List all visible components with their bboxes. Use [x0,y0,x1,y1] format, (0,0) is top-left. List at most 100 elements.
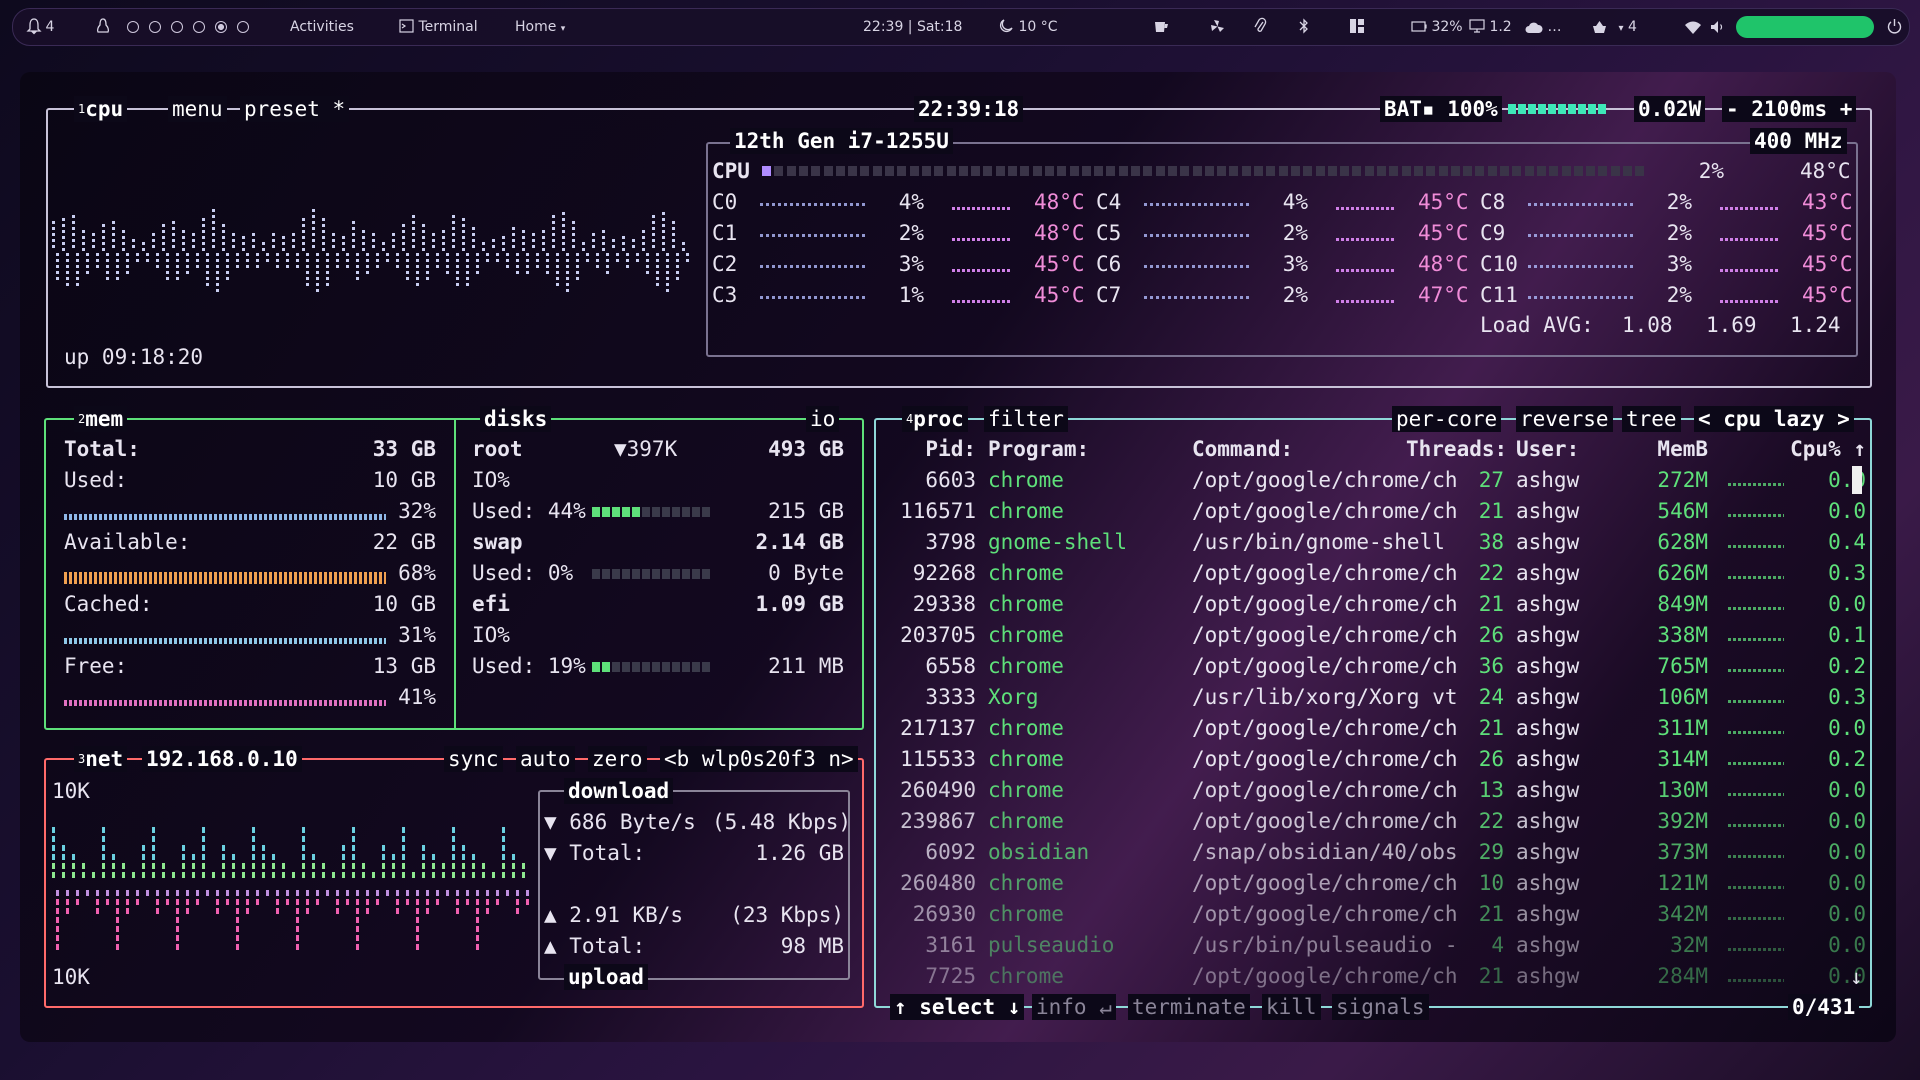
proc-filter-button[interactable]: filter [984,406,1068,432]
cpu-core-graph [1528,234,1636,237]
cpu-graph-dot [416,265,419,268]
table-row[interactable]: 6092 obsidian/snap/obsidian/40/obs 29 ashgw… [880,839,1866,865]
proc-tree-toggle[interactable]: tree [1622,406,1681,432]
cpu-core-temp: 45°C [1802,252,1853,276]
power-icon[interactable] [1887,9,1902,45]
workspace-2[interactable] [149,21,161,33]
net-graph-dot [76,890,79,896]
table-row[interactable]: 3798 gnome-shell/usr/bin/gnome-shell 38 ash… [880,529,1866,555]
cloud-indicator[interactable]: … [1525,9,1561,45]
monitor-indicator[interactable]: 1.2 [1469,9,1512,45]
workspace-4[interactable] [193,21,205,33]
table-row[interactable]: 6603 chrome/opt/google/chrome/ch 27 ashgw 27… [880,467,1866,493]
proc-header-mem[interactable]: MemB [1620,436,1708,462]
table-row[interactable]: 203705 chrome/opt/google/chrome/ch 26 ashgw… [880,622,1866,648]
workspace-5-active[interactable] [215,21,227,33]
net-sync-toggle[interactable]: sync [444,746,503,772]
proc-info-button[interactable]: info ↵ [1032,994,1116,1020]
table-row[interactable]: 116571 chrome/opt/google/chrome/ch 21 ashgw… [880,498,1866,524]
linux-logo-icon[interactable] [96,9,110,45]
cpu-core-temp-graph [1336,207,1396,210]
activities-button[interactable]: Activities [290,9,354,45]
clock[interactable]: 22:39 | Sat:18 [863,9,962,45]
coffee-icon[interactable] [1153,9,1170,45]
table-row[interactable]: 115533 chrome/opt/google/chrome/ch 26 ashgw… [880,746,1866,772]
table-row[interactable]: 3333 Xorg/usr/lib/xorg/Xorg vt 24 ashgw 106M… [880,684,1866,710]
table-row[interactable]: 29338 chrome/opt/google/chrome/ch 21 ashgw 8… [880,591,1866,617]
proc-header-user[interactable]: User: [1516,436,1579,462]
cpu-graph-dot [652,245,655,248]
weather-indicator[interactable]: 10 °C [998,9,1058,45]
table-row[interactable]: 92268 chrome/opt/google/chrome/ch 22 ashgw 6… [880,560,1866,586]
table-row[interactable]: 7725 chrome/opt/google/chrome/ch 21 ashgw 28… [880,963,1866,989]
proc-reverse-toggle[interactable]: reverse [1516,406,1613,432]
mem-panel-title: mem [85,407,124,431]
net-zero-toggle[interactable]: zero [588,746,647,772]
proc-kill-button[interactable]: kill [1262,994,1321,1020]
table-row[interactable]: 260480 chrome/opt/google/chrome/ch 10 ashgw… [880,870,1866,896]
meter-segment [692,569,700,579]
proc-header-pid[interactable]: Pid: [900,436,976,462]
status-pill[interactable] [1736,16,1874,38]
notifications-button[interactable]: 4 [26,9,54,45]
fan-icon[interactable] [1210,9,1225,45]
layout-grid-icon[interactable] [1349,9,1365,45]
proc-cell-program: pulseaudio [988,933,1115,957]
workspace-6[interactable] [237,21,249,33]
workspace-1[interactable] [127,21,139,33]
proc-header-program[interactable]: Program: [988,436,1089,462]
proc-sort-selector[interactable]: < cpu lazy > [1694,406,1854,432]
cpu-graph-dot [66,283,69,286]
cpu-graph-dot [526,265,529,268]
bell-icon [26,18,42,35]
table-row[interactable]: 217137 chrome/opt/google/chrome/ch 21 ashgw… [880,715,1866,741]
proc-cpu-graph [1728,855,1784,858]
proc-scrollbar-thumb[interactable] [1852,466,1862,494]
home-menu-button[interactable]: Home ▾ [515,9,565,45]
cpu-graph-dot [566,265,569,268]
net-graph-dot [376,890,379,896]
net-graph-dot [496,890,499,896]
table-row[interactable]: 3161 pulseaudio/usr/bin/pulseaudio -4 ashg… [880,932,1866,958]
proc-header-command[interactable]: Command: [1192,436,1293,462]
cpu-graph-dot [522,236,525,239]
proc-signals-button[interactable]: signals [1332,994,1429,1020]
cpu-graph-dot [396,253,399,256]
proc-per-core-toggle[interactable]: per-core [1392,406,1502,432]
cpu-graph-dot [202,230,205,233]
proc-select-button[interactable]: ↑ select ↓ [890,994,1025,1020]
proc-terminate-button[interactable]: terminate [1128,994,1250,1020]
volume-icon[interactable] [1710,9,1726,45]
workspace-indicators[interactable] [127,9,259,45]
paperclip-icon[interactable] [1254,9,1267,45]
battery-indicator[interactable]: 32% [1411,9,1463,45]
cpu-graph-dot [162,242,165,245]
cpu-graph-dot [542,248,545,251]
cpu-graph-dot [672,245,675,248]
terminal-app-button[interactable]: Terminal [399,9,478,45]
table-row[interactable]: 239867 chrome/opt/google/chrome/ch 22 ashgw… [880,808,1866,834]
workspace-3[interactable] [171,21,183,33]
cpu-graph-dot [622,248,625,251]
cpu-graph-dot [312,245,315,248]
net-graph-dot [272,863,275,869]
update-interval[interactable]: - 2100ms + [1722,96,1857,122]
proc-header-threads[interactable]: Threads: [1406,436,1507,462]
proc-header-cpu[interactable]: Cpu% ↑ [1770,436,1866,462]
net-interface-selector[interactable]: <b wlp0s20f3 n> [660,746,858,772]
scroll-down-icon[interactable]: ↓ [1850,964,1863,990]
disks-io-toggle[interactable]: io [806,406,840,432]
cpu-graph-dot [676,277,679,280]
updates-indicator[interactable]: ▾ 4 [1591,9,1637,45]
bluetooth-icon[interactable] [1299,9,1309,45]
table-row[interactable]: 260490 chrome/opt/google/chrome/ch 13 ashgw… [880,777,1866,803]
table-row[interactable]: 6558 chrome/opt/google/chrome/ch 36 ashgw 76… [880,653,1866,679]
cpu-graph-dot [332,233,335,236]
cpu-menu-button[interactable]: menu [168,96,227,122]
cpu-preset-button[interactable]: preset * [240,96,350,122]
cpu-graph-dot [626,265,629,268]
cpu-graph-dot [306,265,309,268]
table-row[interactable]: 26930 chrome/opt/google/chrome/ch 21 ashgw 3… [880,901,1866,927]
wifi-icon[interactable] [1685,9,1701,45]
net-auto-toggle[interactable]: auto [516,746,575,772]
